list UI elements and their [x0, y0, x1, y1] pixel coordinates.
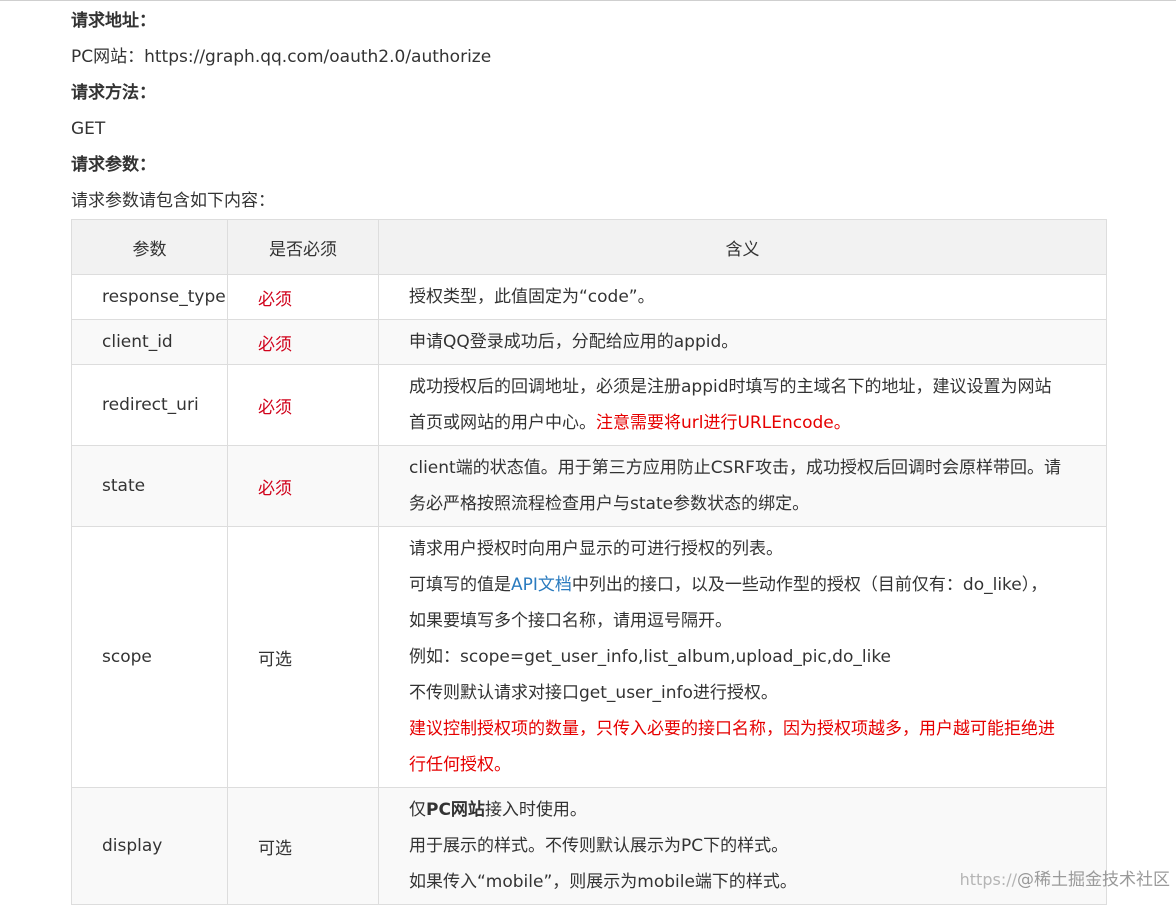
desc-line: 如果要填写多个接口名称，请用逗号隔开。 [409, 611, 732, 631]
request-params-heading: 请求参数： [71, 155, 156, 175]
table-header-row: 参数 是否必须 含义 [71, 219, 1107, 275]
watermark-brand: @稀土掘金技术社区 [1017, 870, 1170, 890]
request-url-heading: 请求地址： [71, 11, 156, 31]
param-name: display [71, 787, 228, 905]
desc-line: 不传则默认请求对接口get_user_info进行授权。 [409, 683, 778, 703]
param-desc: 申请QQ登录成功后，分配给应用的appid。 [378, 319, 1107, 365]
header-param: 参数 [71, 219, 228, 275]
api-docs-link[interactable]: API文档 [511, 575, 572, 595]
desc-text: 首页或网站的用户中心。 [409, 413, 596, 433]
param-name: response_type [71, 274, 228, 320]
header-required: 是否必须 [227, 219, 379, 275]
desc-line: 可填写的值是API文档中列出的接口，以及一些动作型的授权（目前仅有：do_lik… [409, 567, 1096, 603]
param-required: 必须 [227, 274, 379, 320]
request-url-value: PC网站：https://graph.qq.com/oauth2.0/autho… [71, 47, 492, 67]
request-method-heading: 请求方法： [71, 83, 156, 103]
desc-text: 可填写的值是 [409, 575, 511, 595]
watermark: https://@稀土掘金技术社区 [960, 865, 1170, 890]
param-name: redirect_uri [71, 364, 228, 446]
request-method-value: GET [71, 119, 106, 139]
desc-line: 请求用户授权时向用户显示的可进行授权的列表。 [409, 539, 783, 559]
param-required: 必须 [227, 445, 379, 527]
param-required: 必须 [227, 319, 379, 365]
table-row: display 可选 仅PC网站接入时使用。 用于展示的样式。不传则默认展示为P… [71, 787, 1107, 905]
doc-content: 请求地址： PC网站：https://graph.qq.com/oauth2.0… [71, 0, 1107, 905]
table-row: scope 可选 请求用户授权时向用户显示的可进行授权的列表。 可填写的值是AP… [71, 526, 1107, 788]
desc-line: 用于展示的样式。不传则默认展示为PC下的样式。 [409, 836, 789, 856]
desc-line: 申请QQ登录成功后，分配给应用的appid。 [409, 332, 739, 352]
param-desc: client端的状态值。用于第三方应用防止CSRF攻击，成功授权后回调时会原样带… [378, 445, 1107, 527]
param-name: scope [71, 526, 228, 788]
param-required: 必须 [227, 364, 379, 446]
watermark-url: https:// [959, 870, 1017, 889]
desc-text: 仅 [409, 800, 426, 820]
desc-text: 接入时使用。 [484, 800, 587, 820]
table-row: redirect_uri 必须 成功授权后的回调地址，必须是注册appid时填写… [71, 364, 1107, 446]
param-desc: 请求用户授权时向用户显示的可进行授权的列表。 可填写的值是API文档中列出的接口… [378, 526, 1107, 788]
param-required: 可选 [227, 526, 379, 788]
header-meaning: 含义 [378, 219, 1107, 275]
desc-warning: 行任何授权。 [409, 755, 511, 775]
request-params-intro: 请求参数请包含如下内容： [71, 191, 275, 211]
table-row: state 必须 client端的状态值。用于第三方应用防止CSRF攻击，成功授… [71, 445, 1107, 527]
desc-line: 授权类型，此值固定为“code”。 [409, 287, 655, 307]
param-name: client_id [71, 319, 228, 365]
desc-text: 中列出的接口，以及一些动作型的授权（目前仅有：do_like）， [571, 575, 1048, 595]
table-row: client_id 必须 申请QQ登录成功后，分配给应用的appid。 [71, 319, 1107, 365]
desc-line: 例如：scope=get_user_info,list_album,upload… [409, 647, 892, 667]
param-required: 可选 [227, 787, 379, 905]
desc-line: 首页或网站的用户中心。注意需要将url进行URLEncode。 [409, 405, 1096, 441]
param-name: state [71, 445, 228, 527]
desc-line: client端的状态值。用于第三方应用防止CSRF攻击，成功授权后回调时会原样带… [409, 458, 1061, 478]
params-table: 参数 是否必须 含义 response_type 必须 授权类型，此值固定为“c… [71, 219, 1107, 905]
desc-strong: PC网站 [426, 800, 485, 820]
desc-line: 成功授权后的回调地址，必须是注册appid时填写的主域名下的地址，建议设置为网站 [409, 377, 1052, 397]
param-desc: 成功授权后的回调地址，必须是注册appid时填写的主域名下的地址，建议设置为网站… [378, 364, 1107, 446]
desc-line: 务必严格按照流程检查用户与state参数状态的绑定。 [409, 494, 810, 514]
param-desc: 授权类型，此值固定为“code”。 [378, 274, 1107, 320]
desc-warning: 建议控制授权项的数量，只传入必要的接口名称，因为授权项越多，用户越可能拒绝进 [409, 719, 1055, 739]
desc-line: 仅PC网站接入时使用。 [409, 792, 1096, 828]
table-row: response_type 必须 授权类型，此值固定为“code”。 [71, 274, 1107, 320]
desc-warning: 注意需要将url进行URLEncode。 [596, 413, 851, 433]
